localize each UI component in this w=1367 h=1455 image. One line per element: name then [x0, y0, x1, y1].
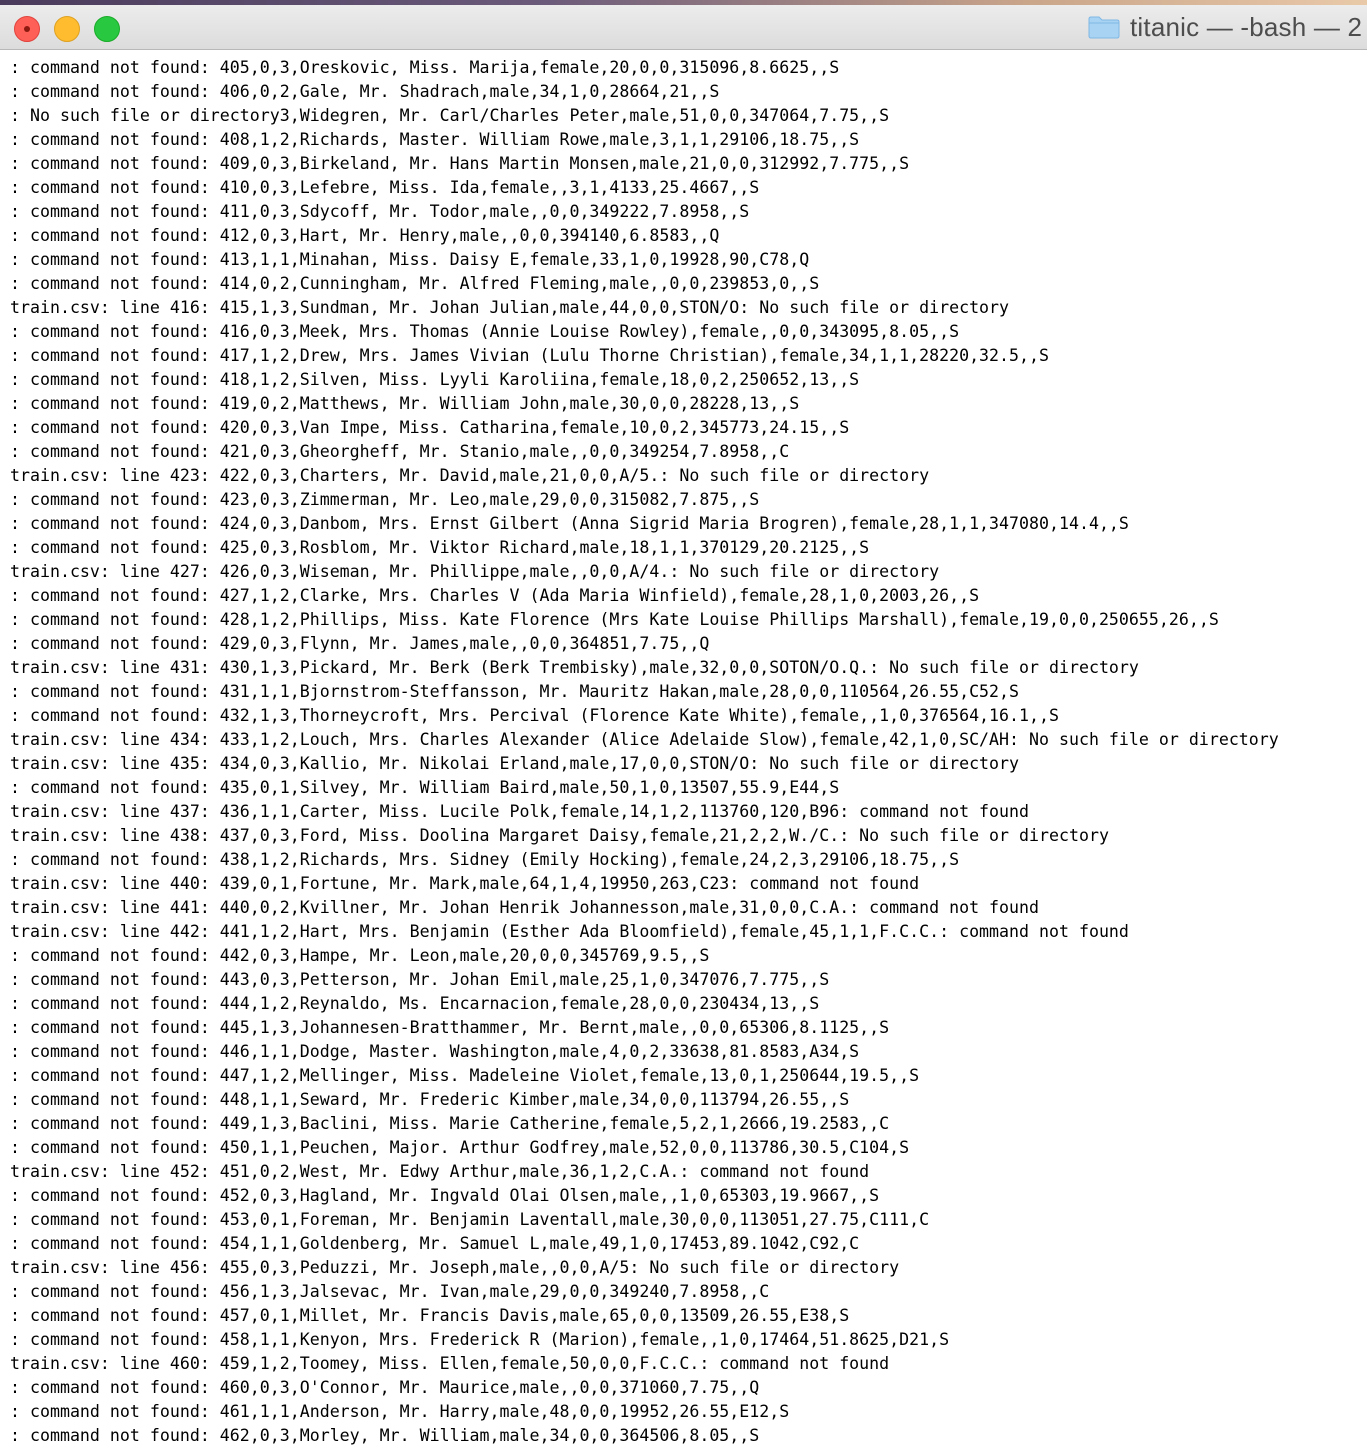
terminal-line: : command not found: 421,0,3,Gheorgheff,…	[10, 442, 790, 461]
terminal-line: train.csv: line 416: 415,1,3,Sundman, Mr…	[10, 298, 1010, 317]
terminal-line: : command not found: 456,1,3,Jalsevac, M…	[10, 1282, 770, 1301]
terminal-line: : command not found: 420,0,3,Van Impe, M…	[10, 418, 850, 437]
terminal-line: : command not found: 406,0,2,Gale, Mr. S…	[10, 82, 720, 101]
terminal-line: : command not found: 432,1,3,Thorneycrof…	[10, 706, 1059, 725]
terminal-line: train.csv: line 434: 433,1,2,Louch, Mrs.…	[10, 730, 1279, 749]
terminal-output[interactable]: : command not found: 405,0,3,Oreskovic, …	[0, 50, 1367, 1455]
terminal-line: : command not found: 460,0,3,O'Connor, M…	[10, 1378, 760, 1397]
terminal-line: train.csv: line 438: 437,0,3,Ford, Miss.…	[10, 826, 1109, 845]
terminal-line: train.csv: line 427: 426,0,3,Wiseman, Mr…	[10, 562, 940, 581]
terminal-line: : command not found: 431,1,1,Bjornstrom-…	[10, 682, 1020, 701]
terminal-line: : command not found: 438,1,2,Richards, M…	[10, 850, 960, 869]
terminal-line: train.csv: line 423: 422,0,3,Charters, M…	[10, 466, 930, 485]
terminal-line: train.csv: line 460: 459,1,2,Toomey, Mis…	[10, 1354, 890, 1373]
terminal-line: : command not found: 428,1,2,Phillips, M…	[10, 610, 1219, 629]
terminal-line: : command not found: 435,0,1,Silvey, Mr.…	[10, 778, 840, 797]
terminal-line: : command not found: 447,1,2,Mellinger, …	[10, 1066, 920, 1085]
terminal-line: : command not found: 450,1,1,Peuchen, Ma…	[10, 1138, 910, 1157]
close-button[interactable]	[14, 16, 40, 42]
zoom-button[interactable]	[94, 16, 120, 42]
terminal-line: : command not found: 453,0,1,Foreman, Mr…	[10, 1210, 930, 1229]
terminal-line: : command not found: 410,0,3,Lefebre, Mi…	[10, 178, 760, 197]
terminal-line: : command not found: 457,0,1,Millet, Mr.…	[10, 1306, 850, 1325]
terminal-line: train.csv: line 456: 455,0,3,Peduzzi, Mr…	[10, 1258, 900, 1277]
terminal-line: : command not found: 443,0,3,Petterson, …	[10, 970, 830, 989]
terminal-line: : command not found: 427,1,2,Clarke, Mrs…	[10, 586, 980, 605]
minimize-button[interactable]	[54, 16, 80, 42]
close-icon	[24, 26, 30, 32]
terminal-line: : command not found: 424,0,3,Danbom, Mrs…	[10, 514, 1129, 533]
terminal-line: : command not found: 408,1,2,Richards, M…	[10, 130, 860, 149]
terminal-line: : No such file or directory3,Widegren, M…	[10, 106, 890, 125]
terminal-line: : command not found: 416,0,3,Meek, Mrs. …	[10, 322, 960, 341]
terminal-window: titanic — -bash — 2 : command not found:…	[0, 0, 1367, 1455]
terminal-line: : command not found: 446,1,1,Dodge, Mast…	[10, 1042, 860, 1061]
terminal-line: train.csv: line 440: 439,0,1,Fortune, Mr…	[10, 874, 920, 893]
terminal-line: : command not found: 442,0,3,Hampe, Mr. …	[10, 946, 710, 965]
terminal-line: : command not found: 411,0,3,Sdycoff, Mr…	[10, 202, 750, 221]
terminal-line: : command not found: 425,0,3,Rosblom, Mr…	[10, 538, 870, 557]
terminal-line: train.csv: line 441: 440,0,2,Kvillner, M…	[10, 898, 1039, 917]
terminal-line: : command not found: 405,0,3,Oreskovic, …	[10, 58, 840, 77]
terminal-line: : command not found: 419,0,2,Matthews, M…	[10, 394, 800, 413]
terminal-line: : command not found: 452,0,3,Hagland, Mr…	[10, 1186, 880, 1205]
terminal-line: : command not found: 413,1,1,Minahan, Mi…	[10, 250, 810, 269]
terminal-line: : command not found: 445,1,3,Johannesen-…	[10, 1018, 890, 1037]
terminal-line: : command not found: 409,0,3,Birkeland, …	[10, 154, 910, 173]
terminal-line: : command not found: 423,0,3,Zimmerman, …	[10, 490, 760, 509]
terminal-line: train.csv: line 452: 451,0,2,West, Mr. E…	[10, 1162, 870, 1181]
terminal-line: : command not found: 449,1,3,Baclini, Mi…	[10, 1114, 890, 1133]
terminal-line: : command not found: 448,1,1,Seward, Mr.…	[10, 1090, 850, 1109]
title-bar[interactable]: titanic — -bash — 2	[0, 5, 1367, 50]
window-title-group: titanic — -bash — 2	[1088, 5, 1362, 49]
terminal-line: : command not found: 454,1,1,Goldenberg,…	[10, 1234, 860, 1253]
terminal-line: train.csv: line 437: 436,1,1,Carter, Mis…	[10, 802, 1030, 821]
terminal-line: : command not found: 429,0,3,Flynn, Mr. …	[10, 634, 710, 653]
terminal-line: : command not found: 444,1,2,Reynaldo, M…	[10, 994, 820, 1013]
terminal-line: train.csv: line 442: 441,1,2,Hart, Mrs. …	[10, 922, 1129, 941]
terminal-line: : command not found: 414,0,2,Cunningham,…	[10, 274, 820, 293]
terminal-line: : command not found: 462,0,3,Morley, Mr.…	[10, 1426, 760, 1445]
terminal-line: : command not found: 417,1,2,Drew, Mrs. …	[10, 346, 1049, 365]
terminal-line: : command not found: 458,1,1,Kenyon, Mrs…	[10, 1330, 950, 1349]
terminal-line: : command not found: 461,1,1,Anderson, M…	[10, 1402, 790, 1421]
terminal-line: : command not found: 418,1,2,Silven, Mis…	[10, 370, 860, 389]
terminal-line: : command not found: 412,0,3,Hart, Mr. H…	[10, 226, 720, 245]
terminal-line: train.csv: line 435: 434,0,3,Kallio, Mr.…	[10, 754, 1020, 773]
window-title: titanic — -bash — 2	[1130, 11, 1363, 42]
terminal-line: train.csv: line 431: 430,1,3,Pickard, Mr…	[10, 658, 1139, 677]
folder-icon	[1088, 15, 1120, 39]
